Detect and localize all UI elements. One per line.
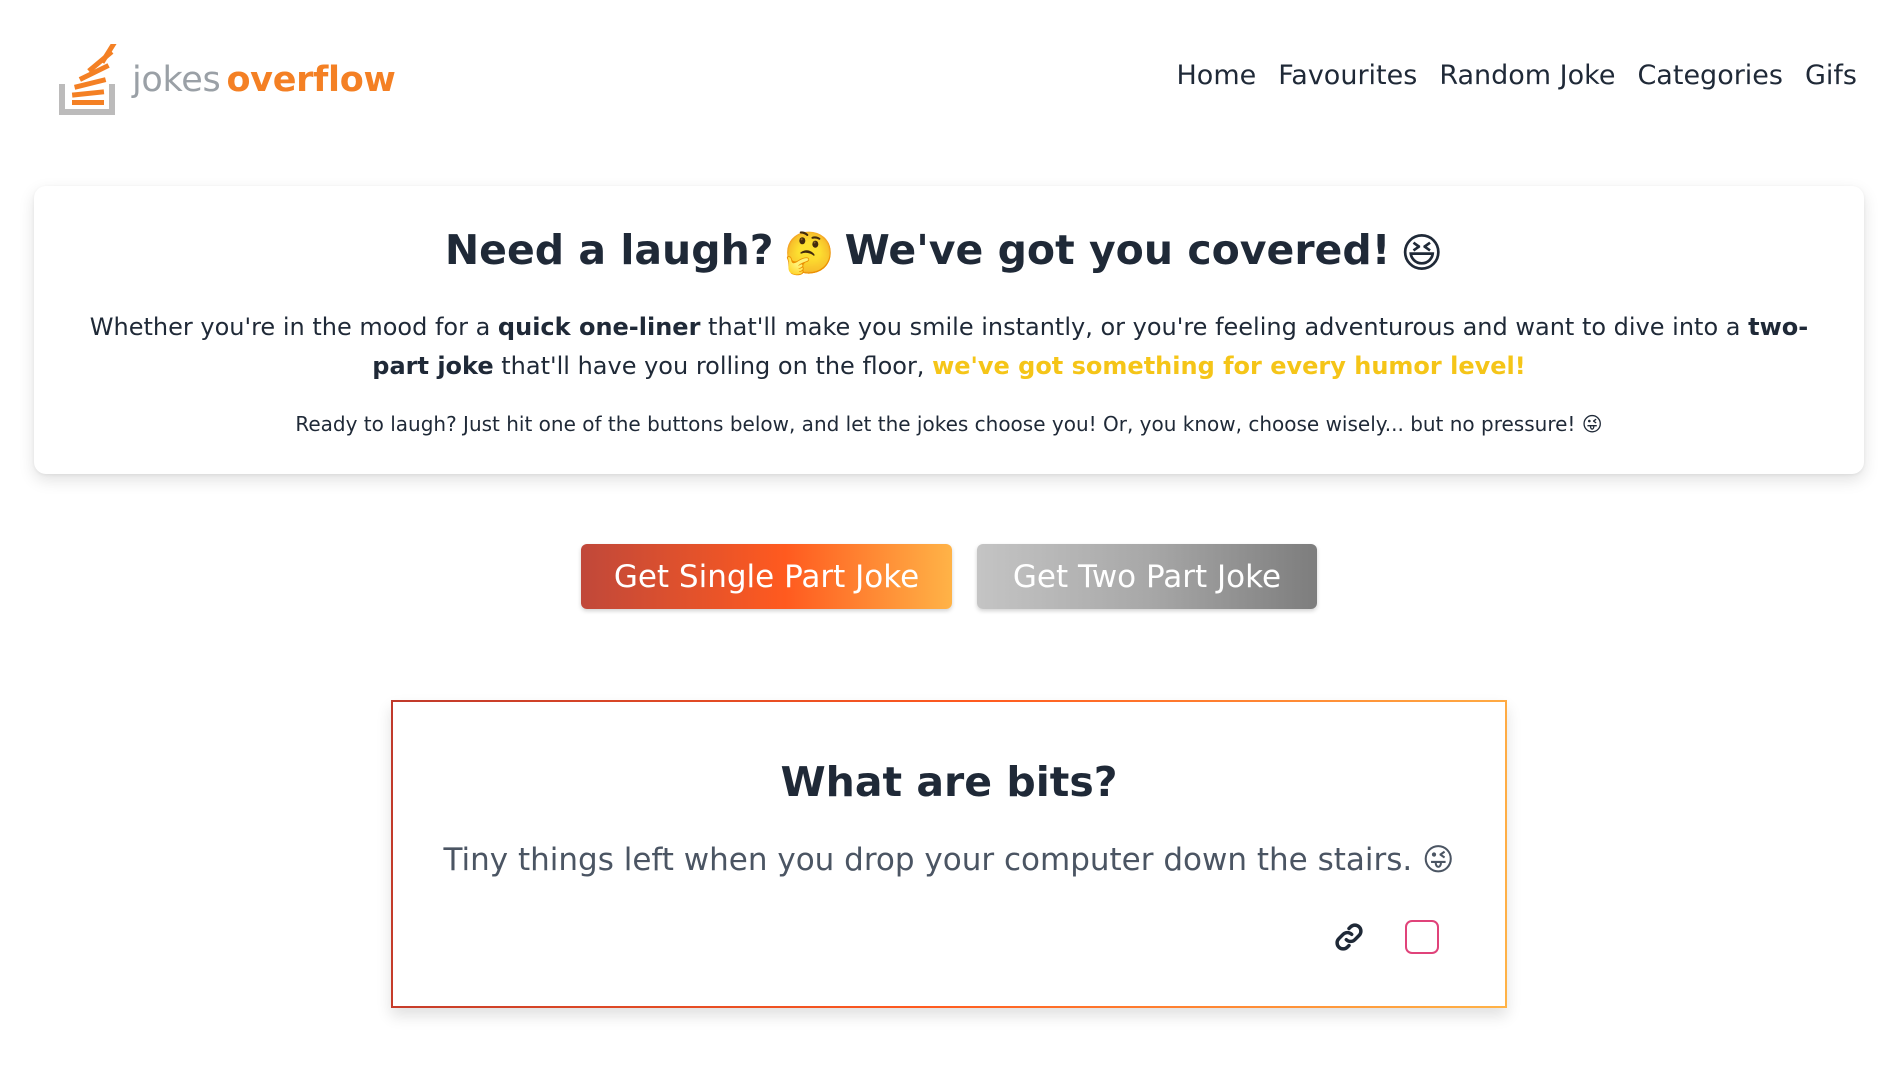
intro-card: Need a laugh? 🤔 We've got you covered! 😆 Wh… xyxy=(34,186,1864,474)
nav-categories[interactable]: Categories xyxy=(1637,60,1783,91)
nav-favourites[interactable]: Favourites xyxy=(1278,60,1417,91)
laughing-emoji-icon: 😆 xyxy=(1400,229,1444,277)
link-icon[interactable] xyxy=(1333,921,1365,953)
winking-tongue-emoji-icon: 😜 xyxy=(1422,842,1455,878)
joke-text: Tiny things left when you drop your comp… xyxy=(393,842,1505,878)
intro-small-text: Ready to laugh? Just hit one of the butt… xyxy=(295,412,1576,436)
thinking-emoji-icon: 🤔 xyxy=(783,228,835,277)
favourite-checkbox[interactable] xyxy=(1405,920,1439,954)
nav-gifs[interactable]: Gifs xyxy=(1805,60,1857,91)
intro-call-to-action: Ready to laugh? Just hit one of the butt… xyxy=(34,412,1864,436)
intro-body-highlight: we've got something for every humor leve… xyxy=(932,352,1526,380)
joke-actions xyxy=(1333,920,1439,954)
intro-title-part-1: Need a laugh? xyxy=(444,226,774,274)
intro-title-part-2: We've got you covered! xyxy=(844,226,1391,274)
nav-home[interactable]: Home xyxy=(1177,60,1257,91)
logo-word-jokes: jokes xyxy=(132,59,221,100)
intro-description: Whether you're in the mood for a quick o… xyxy=(74,308,1824,386)
winking-tongue-emoji-icon: 😜 xyxy=(1581,412,1603,436)
get-two-part-joke-button[interactable]: Get Two Part Joke xyxy=(977,544,1317,609)
intro-body-bold-one-liner: quick one-liner xyxy=(497,313,701,341)
logo-word-overflow: overflow xyxy=(226,59,396,100)
joke-card: What are bits? Tiny things left when you… xyxy=(391,700,1507,1008)
intro-body-part-3: that'll have you rolling on the floor, xyxy=(493,352,933,380)
get-single-part-joke-button[interactable]: Get Single Part Joke xyxy=(581,544,952,609)
intro-title: Need a laugh? 🤔 We've got you covered! 😆 xyxy=(34,226,1864,278)
nav-random-joke[interactable]: Random Joke xyxy=(1439,60,1615,91)
intro-body-part-2: that'll make you smile instantly, or you… xyxy=(700,313,1749,341)
site-header: jokes overflow Home Favourites Random Jok… xyxy=(0,0,1898,160)
stacked-tray-icon xyxy=(59,44,118,115)
main-nav: Home Favourites Random Joke Categories G… xyxy=(1177,60,1858,91)
intro-body-part-1: Whether you're in the mood for a xyxy=(89,313,498,341)
joke-title: What are bits? xyxy=(780,758,1118,806)
joke-punchline: Tiny things left when you drop your comp… xyxy=(443,842,1413,878)
logo-text: jokes overflow xyxy=(132,59,396,100)
site-logo[interactable]: jokes overflow xyxy=(58,44,396,116)
